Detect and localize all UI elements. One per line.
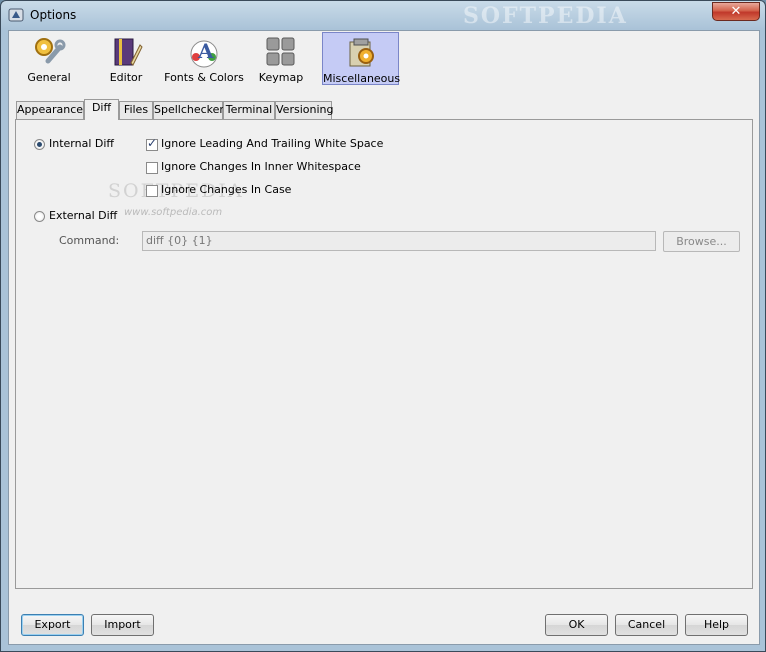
window-title: Options [30, 8, 77, 22]
ignore-case-label[interactable]: Ignore Changes In Case [161, 183, 291, 196]
close-button[interactable]: ✕ [712, 2, 760, 21]
command-label: Command: [59, 234, 120, 247]
options-content: General Editor A Fonts & Colors Keymap M… [8, 30, 760, 645]
diff-panel: SOFTPEDIA www.softpedia.com Internal Dif… [15, 119, 753, 589]
tab-versioning[interactable]: Versioning [275, 101, 333, 119]
misc-gear-icon [349, 38, 374, 67]
app-icon [8, 8, 24, 22]
font-palette-icon: A [190, 39, 218, 68]
toolbar-label: Editor [109, 71, 143, 84]
toolbar-keymap[interactable]: Keymap [245, 32, 317, 85]
internal-diff-radio[interactable] [34, 139, 45, 150]
external-diff-radio[interactable] [34, 211, 45, 222]
keyboard-icon [266, 37, 295, 66]
book-pen-icon [114, 38, 143, 66]
tab-spellchecker[interactable]: Spellchecker [153, 101, 224, 119]
tab-files[interactable]: Files [119, 101, 153, 119]
category-toolbar: General Editor A Fonts & Colors Keymap M… [9, 31, 759, 89]
toolbar-label: General [27, 71, 71, 84]
tab-terminal[interactable]: Terminal [223, 101, 275, 119]
cancel-button[interactable]: Cancel [615, 614, 678, 636]
help-button[interactable]: Help [685, 614, 748, 636]
toolbar-miscellaneous[interactable]: Miscellaneous [322, 32, 401, 85]
ignore-leading-trailing-checkbox[interactable] [146, 136, 158, 151]
external-diff-label[interactable]: External Diff [49, 209, 117, 222]
import-button[interactable]: Import [91, 614, 154, 636]
svg-text:A: A [197, 39, 214, 63]
gear-wrench-icon [35, 38, 66, 64]
toolbar-fonts-colors[interactable]: A Fonts & Colors [163, 32, 245, 85]
ok-button[interactable]: OK [545, 614, 608, 636]
ignore-inner-whitespace-checkbox[interactable] [146, 162, 158, 174]
watermark: SOFTPEDIA [463, 3, 628, 29]
ignore-inner-whitespace-label[interactable]: Ignore Changes In Inner Whitespace [161, 160, 361, 173]
ignore-leading-trailing-label[interactable]: Ignore Leading And Trailing White Space [161, 137, 383, 150]
internal-diff-label[interactable]: Internal Diff [49, 137, 114, 150]
toolbar-label: Keymap [258, 71, 304, 84]
command-input[interactable]: diff {0} {1} [142, 231, 656, 251]
toolbar-label: Fonts & Colors [164, 71, 244, 84]
watermark-url: www.softpedia.com [124, 207, 223, 218]
toolbar-editor[interactable]: Editor [89, 32, 163, 85]
ignore-case-checkbox[interactable] [146, 185, 158, 197]
tab-diff[interactable]: Diff [84, 99, 119, 120]
toolbar-label: Miscellaneous [323, 72, 401, 85]
export-button[interactable]: Export [21, 614, 84, 636]
toolbar-general[interactable]: General [11, 32, 87, 85]
browse-button[interactable]: Browse... [663, 231, 740, 252]
title-bar[interactable]: Options SOFTPEDIA ✕ [1, 1, 765, 29]
close-icon: ✕ [730, 4, 742, 19]
tab-appearance[interactable]: Appearance [16, 101, 84, 119]
options-window: Options SOFTPEDIA ✕ General Editor A Fon… [0, 0, 766, 652]
